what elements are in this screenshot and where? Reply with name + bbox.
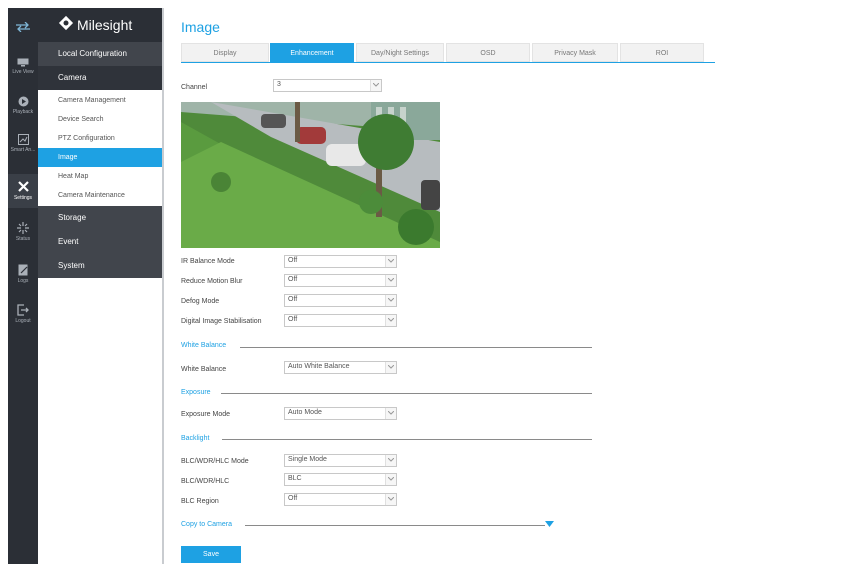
menu-item-image[interactable]: Image	[38, 148, 162, 167]
reduce-motion-blur-select[interactable]: Off	[284, 274, 397, 287]
chevron-down-icon	[388, 365, 394, 369]
menu-event[interactable]: Event	[38, 230, 162, 254]
tab-day-night-settings[interactable]: Day/Night Settings	[356, 43, 444, 62]
white-balance-label: White Balance	[181, 366, 227, 373]
expand-triangle-icon[interactable]	[545, 521, 554, 527]
channel-select[interactable]: 3	[273, 79, 382, 92]
chevron-down-icon	[388, 278, 394, 282]
blc-wdr-hlc-select[interactable]: BLC	[284, 473, 397, 486]
white-balance-section-title: White Balance	[181, 342, 227, 349]
chevron-down-icon	[388, 298, 394, 302]
milesight-logo-icon	[58, 15, 74, 31]
ir-balance-mode-label: IR Balance Mode	[181, 258, 235, 265]
page-title: Image	[181, 19, 220, 35]
rail-item-smart-analytics[interactable]: Smart An...	[8, 134, 38, 162]
chevron-down-icon	[388, 259, 394, 263]
menu-item-heat-map[interactable]: Heat Map	[38, 167, 162, 186]
save-button[interactable]: Save	[181, 546, 241, 563]
menu-item-camera-maintenance[interactable]: Camera Maintenance	[38, 186, 162, 205]
tab-privacy-mask[interactable]: Privacy Mask	[532, 43, 618, 62]
blc-wdr-hlc-mode-select[interactable]: Single Mode	[284, 454, 397, 467]
menu-storage[interactable]: Storage	[38, 206, 162, 230]
rail-item-logout[interactable]: Logout	[8, 304, 38, 330]
menu-item-ptz-configuration[interactable]: PTZ Configuration	[38, 129, 162, 148]
white-balance-select[interactable]: Auto White Balance	[284, 361, 397, 374]
rail-item-toggle[interactable]	[8, 22, 38, 44]
ir-balance-mode-select[interactable]: Off	[284, 255, 397, 268]
blc-wdr-hlc-label: BLC/WDR/HLC	[181, 478, 230, 485]
logout-icon	[17, 304, 29, 316]
blc-region-label: BLC Region	[181, 498, 219, 505]
menu-item-device-search[interactable]: Device Search	[38, 110, 162, 129]
exposure-section-title: Exposure	[181, 389, 211, 396]
tab-display[interactable]: Display	[181, 43, 269, 62]
blc-wdr-hlc-mode-label: BLC/WDR/HLC Mode	[181, 458, 249, 465]
menu-empty-area	[38, 289, 162, 564]
section-divider	[245, 525, 545, 526]
defog-mode-select[interactable]: Off	[284, 294, 397, 307]
rail-item-playback[interactable]: Playback	[8, 96, 38, 122]
tab-enhancement[interactable]: Enhancement	[270, 43, 354, 62]
blc-region-select[interactable]: Off	[284, 493, 397, 506]
chevron-down-icon	[388, 318, 394, 322]
tab-underline	[181, 62, 715, 63]
channel-label: Channel	[181, 84, 208, 91]
tab-roi[interactable]: ROI	[620, 43, 704, 62]
menu-system[interactable]: System	[38, 254, 162, 278]
camera-preview-image	[181, 102, 440, 248]
rail-item-logs[interactable]: Logs	[8, 264, 38, 290]
menu-local-configuration[interactable]: Local Configuration	[38, 42, 162, 66]
backlight-section-title: Backlight	[181, 435, 210, 442]
rail-item-settings[interactable]: Settings	[8, 174, 38, 208]
panel-divider	[162, 8, 164, 564]
digital-image-stabilisation-label: Digital Image Stabilisation	[181, 318, 262, 325]
section-divider	[222, 439, 592, 440]
logs-icon	[18, 264, 27, 276]
section-divider	[221, 393, 592, 394]
logo-bar: Milesight	[38, 8, 162, 42]
rail-item-status[interactable]: Status	[8, 222, 38, 248]
rail-item-live-view[interactable]: Live View	[8, 58, 38, 84]
status-icon	[17, 222, 29, 234]
reduce-motion-blur-label: Reduce Motion Blur	[181, 278, 243, 285]
digital-image-stabilisation-select[interactable]: Off	[284, 314, 397, 327]
chevron-down-icon	[388, 477, 394, 481]
copy-to-camera-toggle[interactable]: Copy to Camera	[181, 521, 232, 528]
defog-mode-label: Defog Mode	[181, 298, 220, 305]
smart-analytics-icon	[17, 134, 29, 145]
menu-item-camera-management[interactable]: Camera Management	[38, 91, 162, 110]
tab-osd[interactable]: OSD	[446, 43, 530, 62]
chevron-down-icon	[388, 458, 394, 462]
chevron-down-icon	[388, 411, 394, 415]
monitor-icon	[17, 58, 29, 67]
settings-tools-icon	[17, 181, 29, 192]
settings-menu: Milesight Local Configuration Camera Cam…	[38, 8, 162, 564]
icon-rail: Live View Playback Smart An... Settings …	[8, 8, 38, 564]
brand-name: Milesight	[77, 17, 133, 33]
chevron-down-icon	[373, 83, 379, 87]
playback-icon	[18, 96, 28, 107]
arrows-swap-icon	[16, 22, 30, 32]
exposure-mode-select[interactable]: Auto Mode	[284, 407, 397, 420]
exposure-mode-label: Exposure Mode	[181, 411, 231, 418]
menu-camera[interactable]: Camera	[38, 66, 162, 90]
section-divider	[240, 347, 592, 348]
chevron-down-icon	[388, 497, 394, 501]
